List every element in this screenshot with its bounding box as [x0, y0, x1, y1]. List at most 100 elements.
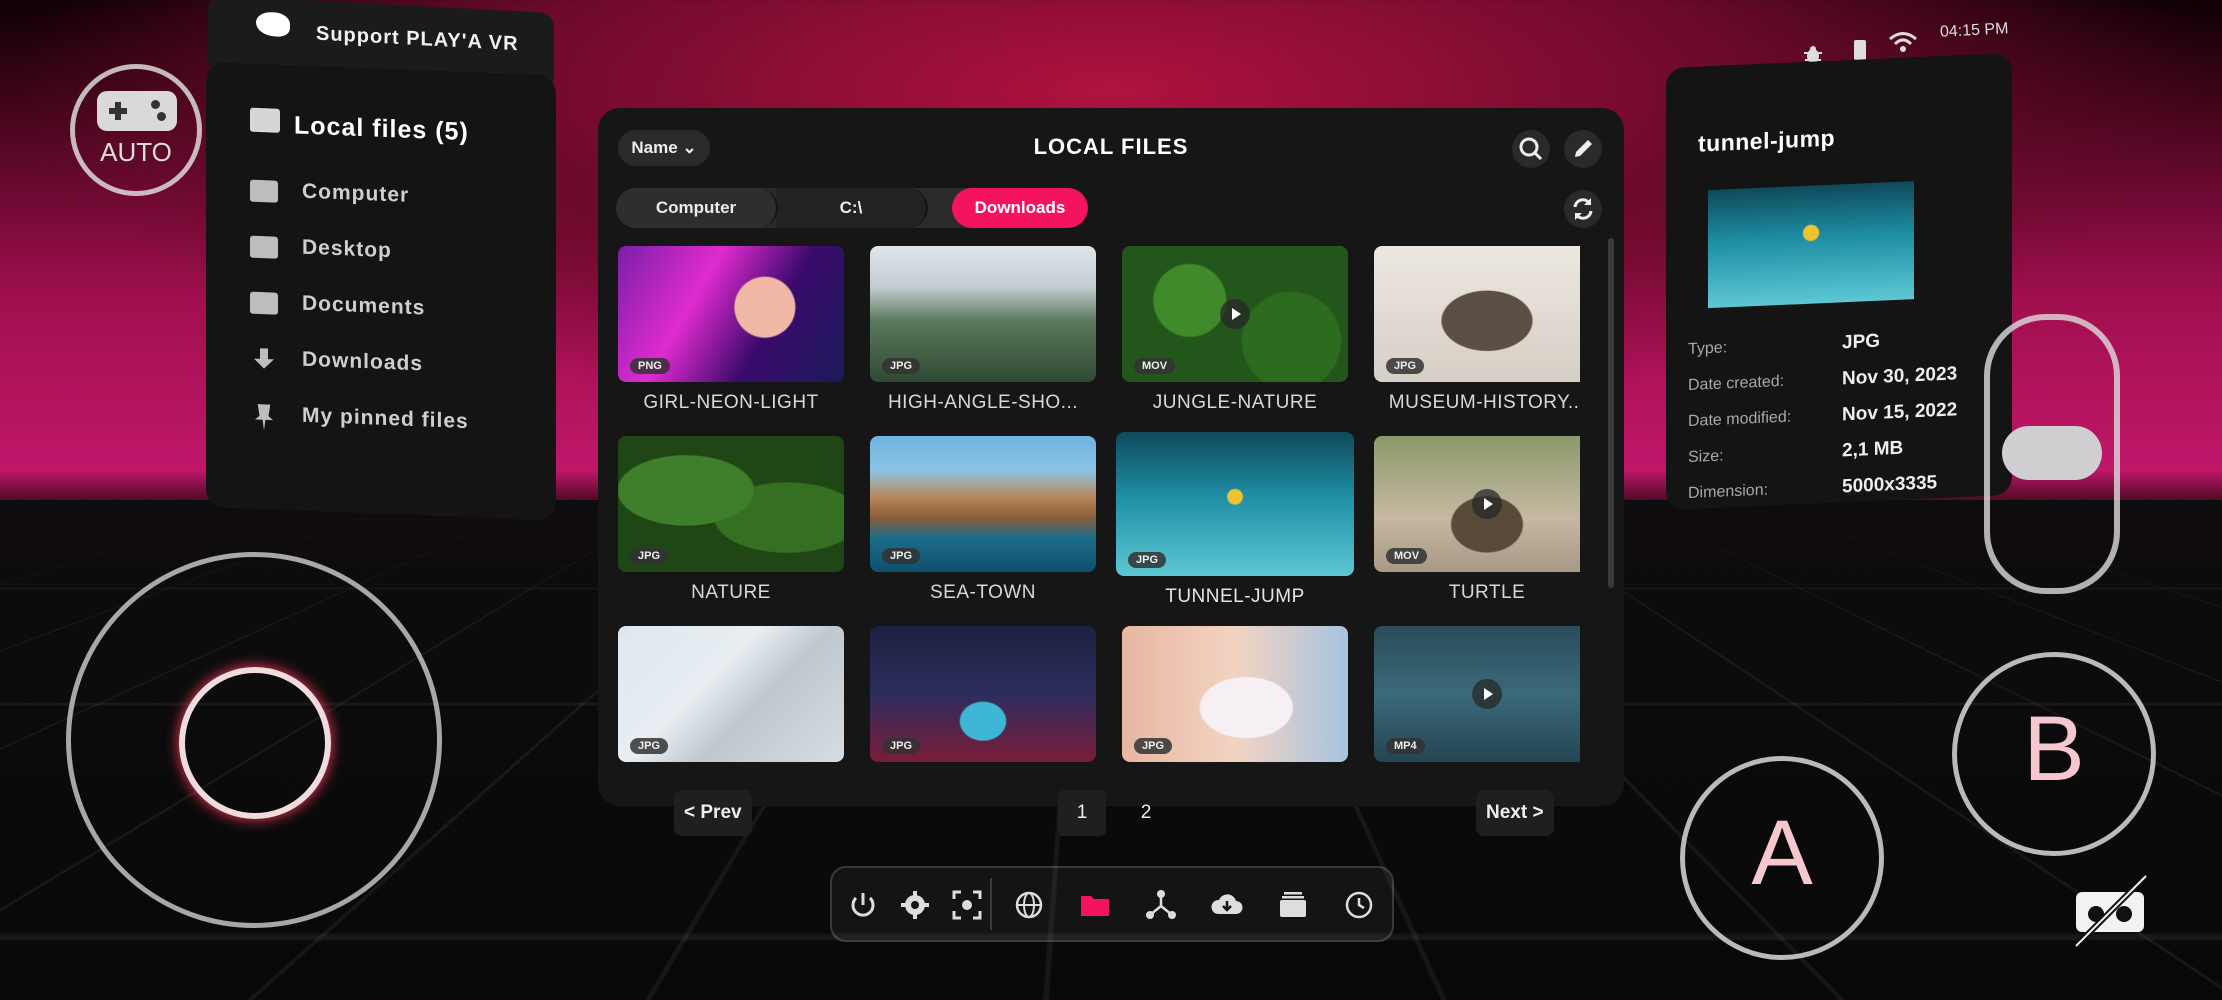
screenshot-icon[interactable]	[950, 888, 984, 922]
sidebar-item-desktop[interactable]: Desktop	[250, 230, 540, 281]
network-icon[interactable]	[1144, 888, 1178, 922]
file-type-badge: MP4	[1386, 738, 1425, 754]
auto-label: AUTO	[75, 137, 197, 168]
globe-icon[interactable]	[1012, 888, 1046, 922]
search-button[interactable]	[1512, 130, 1550, 168]
next-page-button[interactable]: Next >	[1476, 790, 1554, 836]
breadcrumb-drive[interactable]: C:\	[776, 188, 928, 228]
download-icon	[254, 348, 274, 373]
slider-thumb[interactable]	[2002, 426, 2102, 480]
play-icon	[1220, 299, 1250, 329]
file-name: GIRL-NEON-LIGHT	[618, 392, 854, 414]
folder-icon	[250, 292, 278, 315]
file-type-badge: JPG	[1386, 358, 1424, 374]
auto-mode-button[interactable]: AUTO	[70, 64, 202, 196]
joystick-knob[interactable]	[179, 667, 331, 819]
breadcrumb: Downloads C:\ Computer	[616, 188, 1088, 228]
page-1-button[interactable]: 1	[1058, 790, 1106, 836]
file-name: MUSEUM-HISTORY...	[1364, 392, 1580, 414]
details-title: tunnel-jump	[1698, 125, 1835, 158]
thumbnail: JPG	[1374, 246, 1580, 382]
thumbnail: JPG	[1122, 626, 1348, 762]
bottom-dock	[830, 866, 1394, 942]
history-icon[interactable]	[1342, 888, 1376, 922]
file-type-badge: JPG	[882, 738, 920, 754]
details-preview	[1708, 181, 1914, 308]
file-name: TUNNEL-JUMP	[1116, 586, 1354, 608]
thumbnail: JPG	[870, 436, 1096, 572]
thumbnail: JPG	[870, 626, 1096, 762]
detail-value: JPG	[1842, 331, 1880, 355]
scrollbar[interactable]	[1608, 238, 1614, 588]
button-b-label: B	[1957, 697, 2151, 802]
thumbnail: JPG	[618, 436, 844, 572]
breadcrumb-downloads[interactable]: Downloads	[952, 188, 1088, 228]
pencil-icon	[1564, 130, 1602, 168]
page-2-button[interactable]: 2	[1122, 790, 1170, 836]
detail-key: Date created:	[1688, 373, 1784, 395]
page-title: LOCAL FILES	[598, 134, 1624, 160]
gamepad-icon	[97, 91, 177, 131]
details-panel: tunnel-jump Type: JPG Date created: Nov …	[1666, 53, 2012, 510]
detail-value: Nov 15, 2022	[1842, 399, 1957, 426]
library-icon[interactable]	[1276, 888, 1310, 922]
sidebar-title: Local files (5)	[294, 111, 469, 147]
file-type-badge: JPG	[630, 548, 668, 564]
button-b[interactable]: B	[1952, 652, 2156, 856]
battery-icon	[1854, 40, 1866, 60]
file-browser: Name ⌄ LOCAL FILES Downloads C:\ Compute…	[598, 108, 1624, 806]
file-type-badge: JPG	[1128, 552, 1166, 568]
thumbnail: MP4	[1374, 626, 1580, 762]
left-joystick[interactable]	[66, 552, 442, 928]
sidebar-item-computer[interactable]: Computer	[250, 174, 540, 225]
file-type-badge: JPG	[630, 738, 668, 754]
detail-value: 2,1 MB	[1842, 438, 1903, 463]
detail-value: 5000x3335	[1842, 472, 1937, 498]
refresh-button[interactable]	[1564, 190, 1602, 228]
detail-key: Date modified:	[1688, 409, 1791, 432]
folder-icon[interactable]	[1078, 888, 1112, 922]
breadcrumb-computer[interactable]: Computer	[616, 188, 778, 228]
vertical-slider[interactable]	[1984, 314, 2120, 594]
sidebar-item-label: Desktop	[302, 236, 392, 263]
file-name: SEA-TOWN	[860, 582, 1106, 604]
file-name: JUNGLE-NATURE	[1112, 392, 1358, 414]
clock: 04:15 PM	[1940, 20, 2009, 42]
thumbnail: JPG	[870, 246, 1096, 382]
thumbnail: PNG	[618, 246, 844, 382]
cloud-download-icon[interactable]	[1210, 888, 1244, 922]
sidebar-item-label: Computer	[302, 180, 409, 208]
prev-page-button[interactable]: < Prev	[674, 790, 752, 836]
thumbnail: JPG	[618, 626, 844, 762]
vr-headset-off-icon[interactable]	[2070, 874, 2150, 948]
thumbnail: JPG	[1116, 432, 1354, 576]
file-type-badge: JPG	[1134, 738, 1172, 754]
support-label: Support PLAY'A VR	[316, 23, 519, 57]
detail-key: Type:	[1688, 339, 1727, 359]
search-icon	[1512, 130, 1550, 168]
thumbnail: MOV	[1374, 436, 1580, 572]
refresh-icon	[1564, 190, 1602, 228]
file-name: HIGH-ANGLE-SHO...	[860, 392, 1106, 414]
power-icon[interactable]	[846, 888, 880, 922]
detail-key: Size:	[1688, 447, 1724, 467]
edit-button[interactable]	[1564, 130, 1602, 168]
monitor-icon	[250, 180, 278, 203]
file-name: NATURE	[618, 582, 854, 604]
pin-icon	[255, 404, 273, 431]
sidebar: Local files (5) Computer Desktop Documen…	[206, 62, 556, 520]
file-name: TURTLE	[1364, 582, 1580, 604]
sidebar-item-label: Downloads	[302, 348, 423, 377]
settings-icon[interactable]	[898, 888, 932, 922]
file-type-badge: JPG	[882, 548, 920, 564]
thumbnail: MOV	[1122, 246, 1348, 382]
sidebar-item-pinned[interactable]: My pinned files	[250, 398, 540, 449]
desktop-icon	[250, 236, 278, 259]
sidebar-item-documents[interactable]: Documents	[250, 286, 540, 337]
button-a[interactable]: A	[1680, 756, 1884, 960]
wifi-icon	[1888, 30, 1918, 54]
folder-icon	[250, 108, 280, 133]
sidebar-item-downloads[interactable]: Downloads	[250, 342, 540, 393]
sidebar-item-label: Documents	[302, 292, 425, 321]
patreon-icon	[256, 11, 290, 37]
